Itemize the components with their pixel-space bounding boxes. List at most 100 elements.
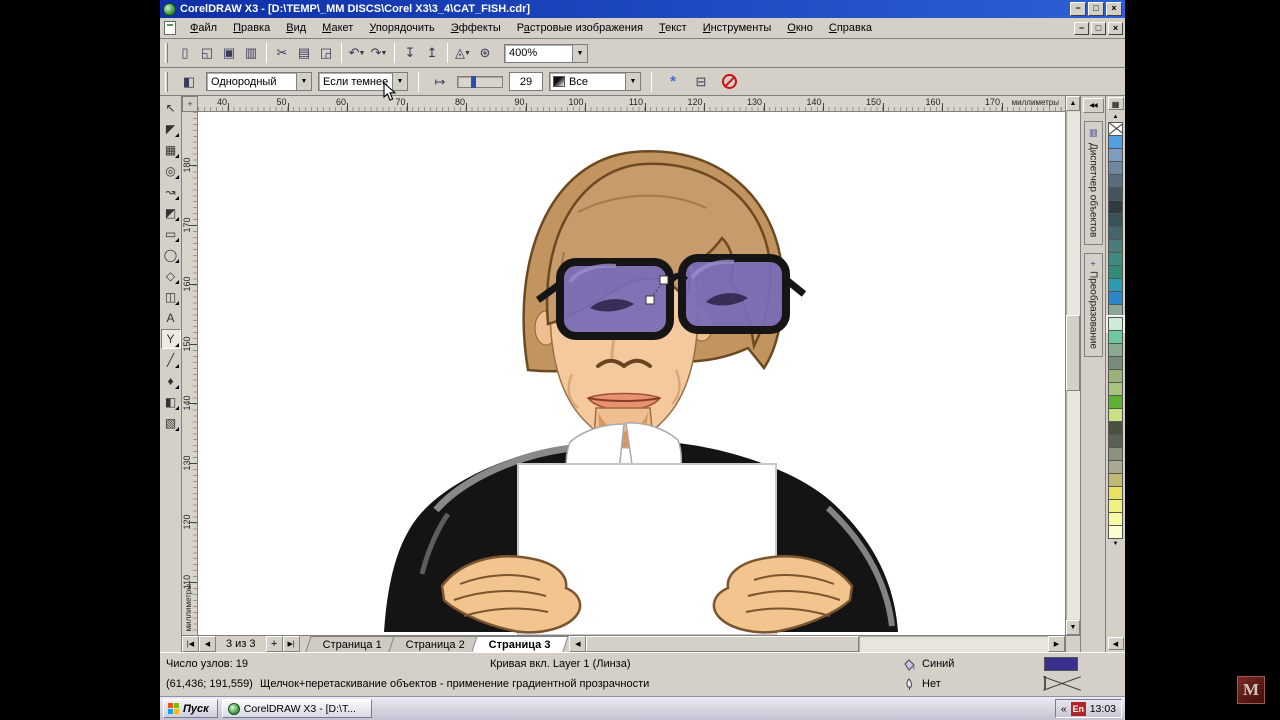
color-swatch-24[interactable] — [1108, 434, 1123, 448]
prev-page-button[interactable]: ◀ — [199, 636, 216, 652]
chevron-down-icon[interactable]: ▼ — [572, 45, 587, 62]
paste-icon[interactable]: ◲ — [315, 42, 337, 64]
transparency-handle[interactable] — [660, 276, 668, 284]
fill-tool[interactable]: ◧ — [161, 392, 181, 412]
freeze-transparency-icon[interactable]: * — [662, 71, 684, 93]
vertical-scroll-track[interactable] — [1066, 111, 1080, 620]
document-icon[interactable] — [164, 21, 176, 35]
color-swatch-4[interactable] — [1108, 174, 1123, 188]
color-swatch-8[interactable] — [1108, 226, 1123, 240]
menu-item-2[interactable]: Вид — [278, 19, 314, 37]
ellipse-tool[interactable]: ◯ — [161, 245, 181, 265]
doc-restore-button[interactable]: □ — [1091, 22, 1106, 35]
scroll-right-button[interactable]: ▶ — [1048, 636, 1065, 652]
color-swatch-23[interactable] — [1108, 421, 1123, 435]
scroll-left-button[interactable]: ◀ — [569, 636, 586, 652]
slider-thumb[interactable] — [471, 76, 476, 88]
copy-icon[interactable]: ▤ — [293, 42, 315, 64]
menu-item-9[interactable]: Окно — [779, 19, 821, 37]
color-swatch-20[interactable] — [1108, 382, 1123, 396]
chevron-down-icon[interactable]: ▼ — [358, 50, 365, 57]
add-page-button[interactable]: + — [266, 636, 283, 652]
eyedropper-tool[interactable]: ╱ — [161, 350, 181, 370]
ruler-origin-button[interactable]: + — [182, 96, 198, 112]
doc-close-button[interactable]: × — [1108, 22, 1123, 35]
start-button[interactable]: Пуск — [163, 699, 218, 718]
scroll-up-button[interactable]: ▲ — [1066, 96, 1080, 111]
basic-shapes-tool[interactable]: ◫ — [161, 287, 181, 307]
drawing-man-with-paper[interactable] — [198, 112, 1065, 635]
interactive-transparency-tool[interactable]: Y — [161, 329, 181, 349]
property-bar-grip[interactable] — [165, 72, 168, 92]
taskbar-coreldraw-button[interactable]: CorelDRAW X3 - [D:\T... — [222, 699, 372, 718]
color-swatch-27[interactable] — [1108, 473, 1123, 487]
menu-item-3[interactable]: Макет — [314, 19, 361, 37]
menu-item-8[interactable]: Инструменты — [695, 19, 780, 37]
corel-online-icon[interactable]: ⊛ — [474, 42, 496, 64]
color-swatch-22[interactable] — [1108, 408, 1123, 422]
menu-item-7[interactable]: Текст — [651, 19, 695, 37]
outline-tool[interactable]: ♦ — [161, 371, 181, 391]
no-transparency-icon[interactable] — [718, 71, 740, 93]
menu-item-0[interactable]: Файл — [182, 19, 225, 37]
print-icon[interactable]: ▥ — [240, 42, 262, 64]
menu-item-5[interactable]: Эффекты — [443, 19, 509, 37]
chevron-down-icon[interactable]: ▼ — [464, 50, 471, 57]
chevron-down-icon[interactable]: ▼ — [625, 73, 640, 90]
transparency-type-combo[interactable]: Однородный ▼ — [206, 72, 312, 91]
minimize-button[interactable]: − — [1070, 2, 1086, 16]
palette-scroll-up-button[interactable]: ▲ — [1108, 111, 1124, 122]
color-swatch-6[interactable] — [1108, 200, 1123, 214]
color-swatch-10[interactable] — [1108, 252, 1123, 266]
color-swatch-11[interactable] — [1108, 265, 1123, 279]
vertical-scrollbar[interactable]: ▲ ▼ — [1066, 96, 1080, 635]
menu-item-4[interactable]: Упорядочить — [361, 19, 442, 37]
color-swatch-25[interactable] — [1108, 447, 1123, 461]
color-swatch-31[interactable] — [1108, 525, 1123, 539]
restore-button[interactable]: □ — [1088, 2, 1104, 16]
palette-options-icon[interactable]: ▦ — [1108, 97, 1124, 110]
horizontal-ruler[interactable]: миллиметры 40506070809010011012013014015… — [198, 96, 1065, 112]
copy-transparency-icon[interactable]: ⊟ — [690, 71, 712, 93]
edit-transparency-icon[interactable]: ◧ — [178, 71, 200, 93]
horizontal-scrollbar[interactable]: ◀ ▶ — [569, 636, 1065, 652]
tray-chevron[interactable]: « — [1061, 703, 1067, 715]
coreldraw-app-icon[interactable] — [163, 3, 176, 16]
vertical-ruler[interactable]: миллиметры 180170160150140130120110 — [182, 112, 198, 635]
page-tab-1[interactable]: Страница 1 — [305, 636, 399, 652]
text-tool[interactable]: A — [161, 308, 181, 328]
redo-icon[interactable]: ↷▼ — [368, 42, 390, 64]
color-swatch-21[interactable] — [1108, 395, 1123, 409]
color-swatch-2[interactable] — [1108, 148, 1123, 162]
crop-tool[interactable]: ▦ — [161, 140, 181, 160]
doc-minimize-button[interactable]: − — [1074, 22, 1089, 35]
color-swatch-5[interactable] — [1108, 187, 1123, 201]
transparency-slider[interactable] — [457, 76, 503, 88]
no-color-swatch[interactable] — [1108, 122, 1123, 136]
color-swatch-28[interactable] — [1108, 486, 1123, 500]
cut-icon[interactable]: ✂ — [271, 42, 293, 64]
page-tab-3[interactable]: Страница 3 — [471, 636, 568, 652]
zoom-level-combo[interactable]: 400% ▼ — [504, 44, 588, 63]
menu-item-10[interactable]: Справка — [821, 19, 880, 37]
menu-item-6[interactable]: Растровые изображения — [509, 19, 651, 37]
color-swatch-17[interactable] — [1108, 343, 1123, 357]
menu-item-1[interactable]: Правка — [225, 19, 278, 37]
color-swatch-29[interactable] — [1108, 499, 1123, 513]
color-swatch-26[interactable] — [1108, 460, 1123, 474]
color-swatch-9[interactable] — [1108, 239, 1123, 253]
undo-icon[interactable]: ↶▼ — [346, 42, 368, 64]
toolbar-grip[interactable] — [165, 43, 168, 63]
color-swatch-19[interactable] — [1108, 369, 1123, 383]
drawing-canvas[interactable] — [198, 112, 1065, 635]
docker-tab-object-manager[interactable]: ▤ Диспетчер объектов — [1084, 121, 1103, 245]
scroll-down-button[interactable]: ▼ — [1066, 620, 1080, 635]
pick-tool[interactable]: ↖ — [161, 98, 181, 118]
interactive-fill-tool[interactable]: ▧ — [161, 413, 181, 433]
color-swatch-7[interactable] — [1108, 213, 1123, 227]
shape-tool[interactable]: ◤ — [161, 119, 181, 139]
palette-expand-button[interactable]: ◀ — [1108, 637, 1124, 650]
chevron-down-icon[interactable]: ▼ — [296, 73, 311, 90]
page-tab-2[interactable]: Страница 2 — [388, 636, 482, 652]
vertical-scroll-thumb[interactable] — [1066, 315, 1080, 391]
